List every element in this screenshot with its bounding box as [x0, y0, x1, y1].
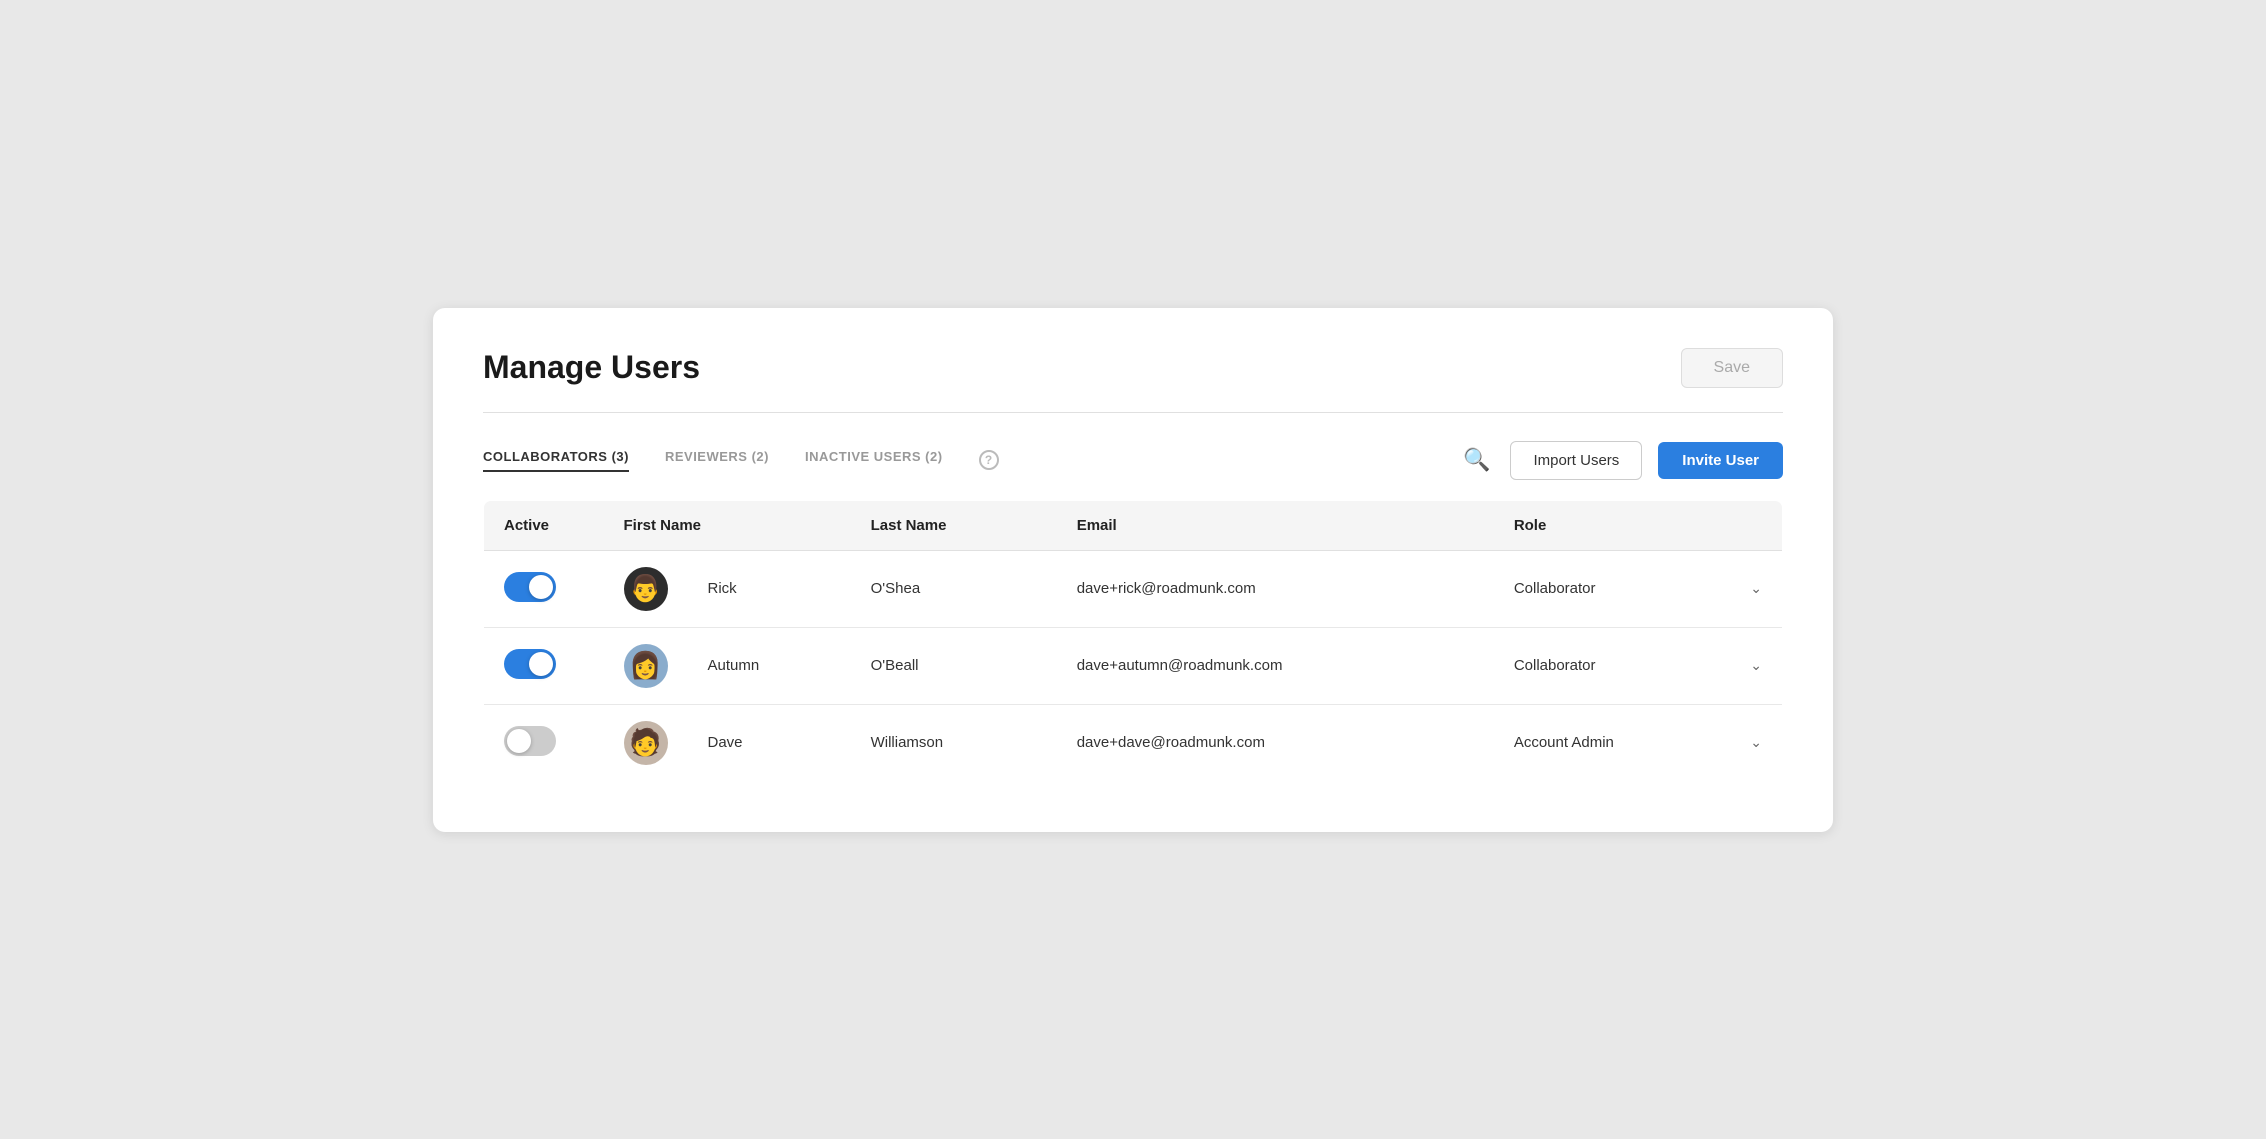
active-toggle[interactable] [504, 572, 556, 602]
import-users-button[interactable]: Import Users [1510, 441, 1642, 480]
save-button[interactable]: Save [1681, 348, 1783, 388]
toggle-knob [507, 729, 531, 753]
users-table: Active First Name Last Name Email Role 👨… [483, 500, 1783, 782]
table-row: 🧑DaveWilliamsondave+dave@roadmunk.comAcc… [484, 704, 1783, 781]
role-label: Collaborator [1514, 657, 1596, 674]
avatar: 👨 [624, 567, 668, 611]
invite-user-button[interactable]: Invite User [1658, 442, 1783, 479]
active-cell [484, 704, 604, 781]
search-icon: 🔍 [1463, 447, 1490, 472]
toggle-knob [529, 575, 553, 599]
table-row: 👩AutumnO'Bealldave+autumn@roadmunk.comCo… [484, 627, 1783, 704]
chevron-down-icon[interactable]: ⌄ [1750, 580, 1762, 597]
col-header-email: Email [1057, 500, 1494, 550]
role-cell: Collaborator ⌄ [1494, 627, 1783, 704]
avatar: 🧑 [624, 721, 668, 765]
help-icon[interactable]: ? [979, 450, 999, 470]
col-header-role: Role [1494, 500, 1783, 550]
tabs-actions-row: COLLABORATORS (3) REVIEWERS (2) INACTIVE… [483, 441, 1783, 480]
search-button[interactable]: 🔍 [1459, 443, 1494, 477]
tab-inactive-users[interactable]: INACTIVE USERS (2) [805, 449, 943, 472]
chevron-down-icon[interactable]: ⌄ [1750, 734, 1762, 751]
col-header-firstname: First Name [604, 500, 851, 550]
avatar-cell: 👩 [604, 627, 688, 704]
chevron-down-icon[interactable]: ⌄ [1750, 657, 1762, 674]
tabs-container: COLLABORATORS (3) REVIEWERS (2) INACTIVE… [483, 449, 999, 472]
avatar-cell: 🧑 [604, 704, 688, 781]
last-name-cell: O'Beall [851, 627, 1057, 704]
table-row: 👨RickO'Sheadave+rick@roadmunk.comCollabo… [484, 550, 1783, 627]
avatar: 👩 [624, 644, 668, 688]
manage-users-card: Manage Users Save COLLABORATORS (3) REVI… [433, 308, 1833, 832]
role-label: Account Admin [1514, 734, 1614, 751]
active-toggle[interactable] [504, 649, 556, 679]
email-cell: dave+dave@roadmunk.com [1057, 704, 1494, 781]
actions-container: 🔍 Import Users Invite User [1459, 441, 1783, 480]
tab-collaborators[interactable]: COLLABORATORS (3) [483, 449, 629, 472]
email-cell: dave+autumn@roadmunk.com [1057, 627, 1494, 704]
page-header: Manage Users Save [483, 348, 1783, 388]
table-header-row: Active First Name Last Name Email Role [484, 500, 1783, 550]
role-label: Collaborator [1514, 580, 1596, 597]
first-name-cell: Rick [688, 550, 851, 627]
page-title: Manage Users [483, 349, 700, 386]
toggle-knob [529, 652, 553, 676]
last-name-cell: Williamson [851, 704, 1057, 781]
header-divider [483, 412, 1783, 413]
role-cell: Collaborator ⌄ [1494, 550, 1783, 627]
active-cell [484, 627, 604, 704]
active-toggle[interactable] [504, 726, 556, 756]
tab-reviewers[interactable]: REVIEWERS (2) [665, 449, 769, 472]
col-header-lastname: Last Name [851, 500, 1057, 550]
avatar-cell: 👨 [604, 550, 688, 627]
first-name-cell: Autumn [688, 627, 851, 704]
role-cell: Account Admin ⌄ [1494, 704, 1783, 781]
first-name-cell: Dave [688, 704, 851, 781]
email-cell: dave+rick@roadmunk.com [1057, 550, 1494, 627]
col-header-active: Active [484, 500, 604, 550]
active-cell [484, 550, 604, 627]
last-name-cell: O'Shea [851, 550, 1057, 627]
